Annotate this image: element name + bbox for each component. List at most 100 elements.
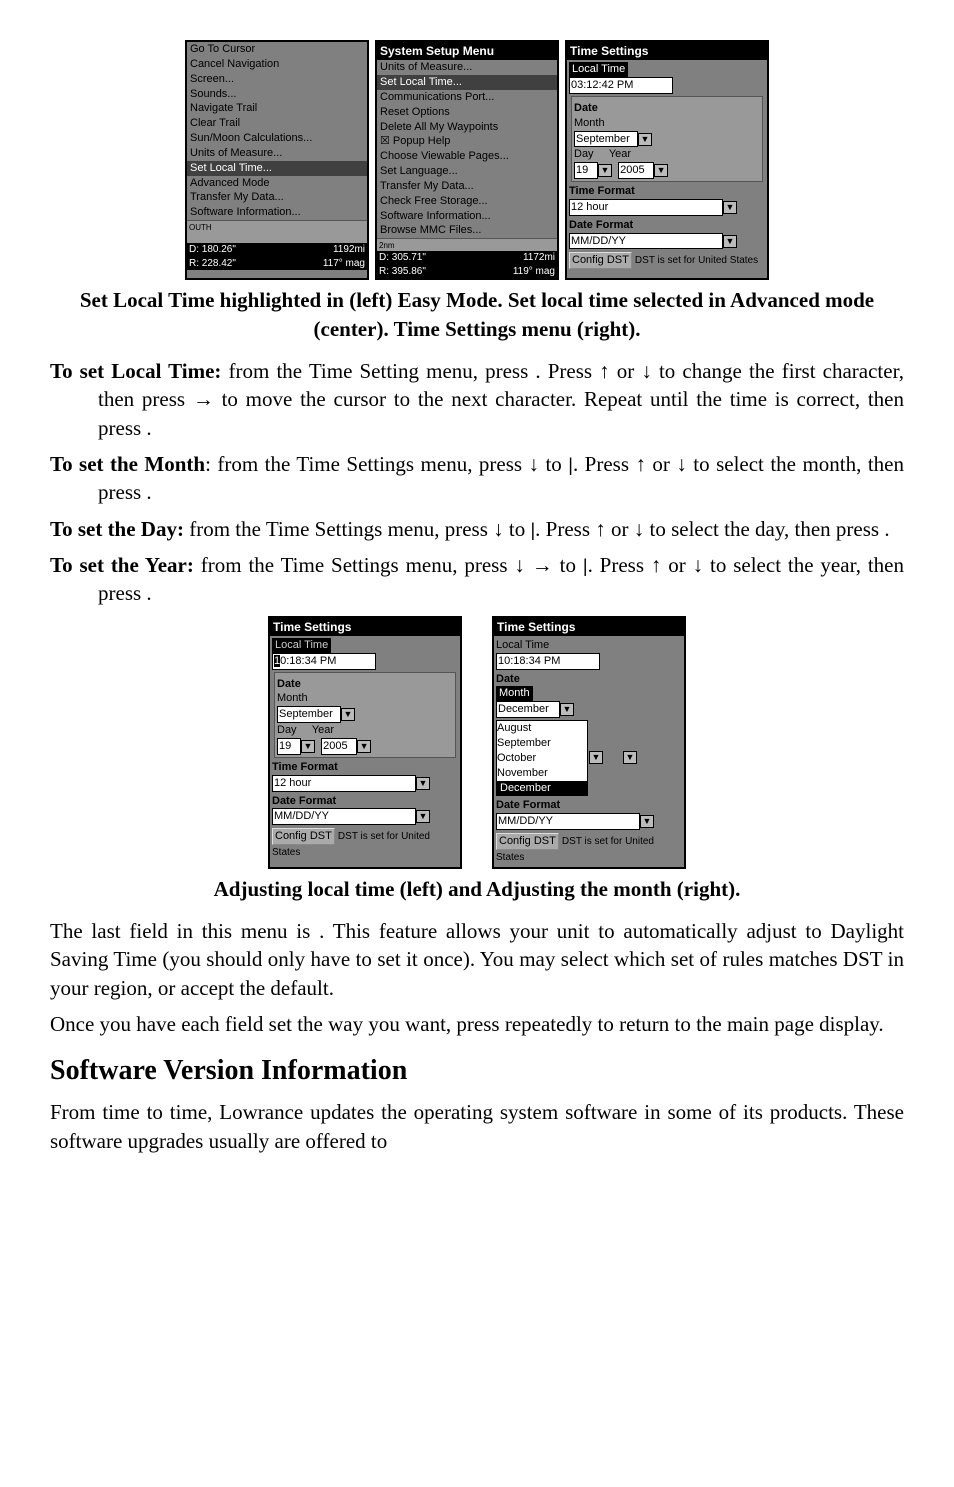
panel-title: Time Settings — [567, 42, 767, 60]
year-label: Year — [609, 148, 631, 160]
time-field: 10:18:34 PM — [496, 653, 600, 670]
dst-status: DST is set for United States — [635, 255, 758, 266]
date-format-label: Date Format — [496, 798, 682, 813]
local-time-label: Local Time — [496, 638, 682, 653]
year-field: 2005 — [321, 738, 357, 755]
chevron-down-icon: ▼ — [416, 777, 430, 790]
list-item-selected: December — [497, 781, 587, 796]
chevron-down-icon: ▼ — [560, 703, 574, 716]
status-line: D: 180.26"1192mi — [187, 243, 367, 257]
time-settings-right: Time Settings Local Time 10:18:34 PM Dat… — [492, 616, 686, 869]
list-item: November — [497, 766, 587, 781]
day-field: 19 — [574, 162, 598, 179]
day-label: Day — [277, 724, 297, 736]
menu-item: Sun/Moon Calculations... — [187, 131, 367, 146]
paragraph-set-year: To set the Year: from the Time Settings … — [50, 551, 904, 608]
list-item: August — [497, 721, 587, 736]
day-field: 19 — [277, 738, 301, 755]
time-format-label: Time Format — [569, 184, 765, 199]
date-format-field: MM/DD/YY — [569, 233, 723, 250]
menu-item-highlighted: Set Local Time... — [377, 75, 557, 90]
chevron-down-icon: ▼ — [301, 740, 315, 753]
month-field: December — [496, 701, 560, 718]
date-format-label: Date Format — [272, 794, 458, 809]
date-format-field: MM/DD/YY — [496, 813, 640, 830]
paragraph-exit: Once you have each field set the way you… — [50, 1010, 904, 1038]
year-label: Year — [312, 724, 334, 736]
panel-title: Time Settings — [494, 618, 684, 636]
time-settings-panel: Time Settings Local Time 03:12:42 PM Dat… — [565, 40, 769, 280]
menu-item: Units of Measure... — [187, 146, 367, 161]
paragraph-config-dst: The last field in this menu is . This fe… — [50, 917, 904, 1002]
month-field: September — [277, 706, 341, 723]
group-label: Date — [574, 101, 760, 116]
time-format-label: Time Format — [272, 760, 458, 775]
status-line: R: 395.86"119° mag — [377, 265, 557, 279]
menu-item: ☒ Popup Help — [377, 134, 557, 149]
time-format-field: 12 hour — [272, 775, 416, 792]
config-dst-button: Config DST — [569, 252, 632, 269]
menu-item: Communications Port... — [377, 90, 557, 105]
map-label: OUTH — [189, 223, 212, 234]
map-label: 2nm — [379, 241, 395, 252]
chevron-down-icon: ▼ — [623, 751, 637, 764]
chevron-down-icon: ▼ — [357, 740, 371, 753]
paragraph-set-day: To set the Day: from the Time Settings m… — [50, 515, 904, 543]
easy-mode-menu: Go To Cursor Cancel Navigation Screen...… — [185, 40, 369, 280]
panel-title: System Setup Menu — [377, 42, 557, 60]
menu-item: Reset Options — [377, 105, 557, 120]
system-setup-menu: System Setup Menu Units of Measure... Se… — [375, 40, 559, 280]
menu-item: Software Information... — [187, 205, 367, 220]
date-group: Date Month September▼ Day Year 19▼ 2005▼ — [571, 96, 763, 182]
month-highlight: Month — [496, 686, 533, 701]
status-line: D: 305.71"1172mi — [377, 251, 557, 265]
menu-item: Cancel Navigation — [187, 57, 367, 72]
year-field: 2005 — [618, 162, 654, 179]
menu-item: Units of Measure... — [377, 60, 557, 75]
local-time-highlight: Local Time — [569, 62, 628, 77]
menu-item: Software Information... — [377, 209, 557, 224]
menu-item: Screen... — [187, 72, 367, 87]
menu-item: Set Language... — [377, 164, 557, 179]
time-field: 10:18:34 PM — [272, 653, 376, 670]
time-settings-left: Time Settings Local Time 10:18:34 PM Dat… — [268, 616, 462, 869]
menu-item: Transfer My Data... — [377, 179, 557, 194]
menu-item: Navigate Trail — [187, 101, 367, 116]
config-dst-button: Config DST — [496, 833, 559, 850]
figure-2: Time Settings Local Time 10:18:34 PM Dat… — [50, 616, 904, 869]
date-format-label: Date Format — [569, 218, 765, 233]
date-label: Date — [277, 677, 453, 692]
menu-item: Advanced Mode — [187, 176, 367, 191]
menu-item: Delete All My Waypoints — [377, 120, 557, 135]
local-time-label: Local Time — [272, 638, 331, 653]
time-field: 03:12:42 PM — [569, 77, 673, 94]
menu-item: Clear Trail — [187, 116, 367, 131]
paragraph-software-version: From time to time, Lowrance updates the … — [50, 1098, 904, 1155]
config-dst-button: Config DST — [272, 828, 335, 845]
figure-1-caption: Set Local Time highlighted in (left) Eas… — [50, 286, 904, 343]
chevron-down-icon: ▼ — [723, 235, 737, 248]
chevron-down-icon: ▼ — [654, 164, 668, 177]
chevron-down-icon: ▼ — [589, 751, 603, 764]
menu-item-highlighted: Set Local Time... — [187, 161, 367, 176]
chevron-down-icon: ▼ — [723, 201, 737, 214]
chevron-down-icon: ▼ — [598, 164, 612, 177]
month-dropdown-list: August September October November Decemb… — [496, 720, 588, 796]
menu-item: Sounds... — [187, 87, 367, 102]
month-field: September — [574, 131, 638, 148]
panel-title: Time Settings — [270, 618, 460, 636]
time-format-field: 12 hour — [569, 199, 723, 216]
menu-item: Transfer My Data... — [187, 190, 367, 205]
month-label: Month — [277, 691, 453, 706]
chevron-down-icon: ▼ — [638, 133, 652, 146]
status-line: R: 228.42"117° mag — [187, 257, 367, 271]
date-label: Date — [496, 672, 682, 687]
month-label: Month — [574, 116, 760, 131]
menu-item: Browse MMC Files... — [377, 223, 557, 238]
date-format-field: MM/DD/YY — [272, 808, 416, 825]
menu-item: Check Free Storage... — [377, 194, 557, 209]
date-group: Date Month September▼ Day Year 19▼ 2005▼ — [274, 672, 456, 758]
menu-item: Go To Cursor — [187, 42, 367, 57]
list-item: September — [497, 736, 587, 751]
paragraph-set-month: To set the Month: from the Time Settings… — [50, 450, 904, 507]
